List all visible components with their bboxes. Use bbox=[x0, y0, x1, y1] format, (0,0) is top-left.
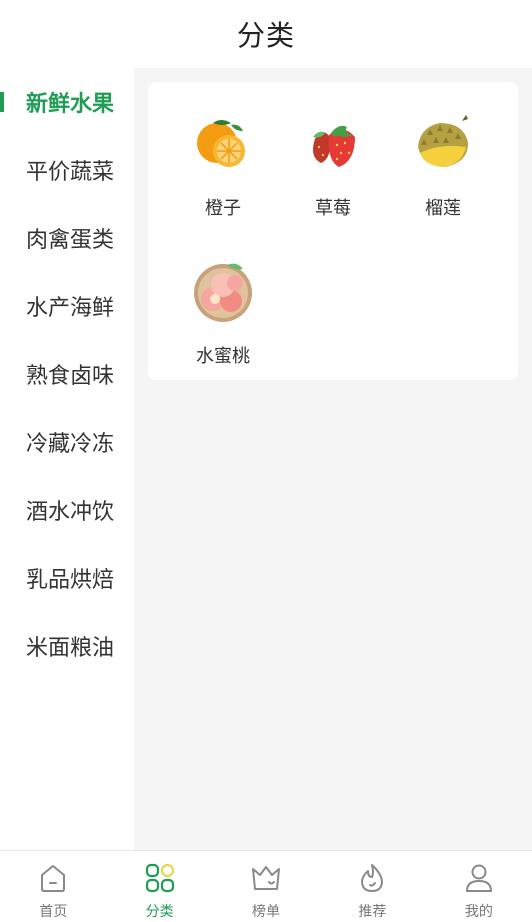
product-strawberry[interactable]: 草莓 bbox=[278, 110, 388, 230]
product-label: 榴莲 bbox=[425, 198, 461, 219]
sidebar-item-frozen[interactable]: 冷藏冷冻 bbox=[0, 408, 134, 476]
category-content: 橙子 草莓 榴莲 水蜜桃 bbox=[134, 68, 532, 850]
category-icon bbox=[145, 863, 174, 893]
flame-icon bbox=[361, 864, 384, 892]
product-peach[interactable]: 水蜜桃 bbox=[168, 258, 278, 378]
sidebar-item-seafood[interactable]: 水产海鲜 bbox=[0, 272, 134, 340]
sidebar-item-cooked-food[interactable]: 熟食卤味 bbox=[0, 340, 134, 408]
tab-home[interactable]: 首页 bbox=[0, 851, 106, 922]
product-orange[interactable]: 橙子 bbox=[168, 110, 278, 230]
tab-label: 推荐 bbox=[358, 904, 387, 920]
sidebar-item-grain-oil[interactable]: 米面粮油 bbox=[0, 612, 134, 680]
strawberry-icon bbox=[298, 110, 368, 180]
product-label: 草莓 bbox=[315, 198, 351, 219]
orange-icon bbox=[188, 110, 258, 180]
tab-label: 首页 bbox=[39, 904, 68, 920]
category-sidebar: 新鲜水果 平价蔬菜 肉禽蛋类 水产海鲜 熟食卤味 冷藏冷冻 酒水冲饮 乳品烘焙 … bbox=[0, 68, 134, 850]
home-icon bbox=[41, 865, 66, 892]
bottom-tab-bar: 首页 分类 榜单 推荐 我的 bbox=[0, 850, 532, 922]
sidebar-item-vegetables[interactable]: 平价蔬菜 bbox=[0, 136, 134, 204]
tab-label: 我的 bbox=[464, 904, 493, 920]
tab-label: 榜单 bbox=[252, 904, 281, 920]
page-title: 分类 bbox=[236, 19, 295, 52]
page-header: 分类 bbox=[0, 0, 532, 68]
product-grid-card: 橙子 草莓 榴莲 水蜜桃 bbox=[148, 82, 518, 380]
sidebar-item-drinks[interactable]: 酒水冲饮 bbox=[0, 476, 134, 544]
durian-icon bbox=[408, 110, 478, 180]
tab-mine[interactable]: 我的 bbox=[426, 851, 532, 922]
user-icon bbox=[465, 864, 492, 892]
tab-ranking[interactable]: 榜单 bbox=[213, 851, 319, 922]
tab-recommend[interactable]: 推荐 bbox=[319, 851, 425, 922]
crown-icon bbox=[252, 866, 281, 890]
peach-icon bbox=[188, 258, 258, 328]
sidebar-item-dairy-bakery[interactable]: 乳品烘焙 bbox=[0, 544, 134, 612]
sidebar-item-meat-eggs[interactable]: 肉禽蛋类 bbox=[0, 204, 134, 272]
sidebar-item-fresh-fruit[interactable]: 新鲜水果 bbox=[0, 68, 134, 136]
product-label: 橙子 bbox=[205, 198, 241, 219]
tab-label: 分类 bbox=[145, 904, 174, 920]
product-durian[interactable]: 榴莲 bbox=[388, 110, 498, 230]
product-label: 水蜜桃 bbox=[196, 346, 250, 367]
tab-category[interactable]: 分类 bbox=[106, 851, 212, 922]
